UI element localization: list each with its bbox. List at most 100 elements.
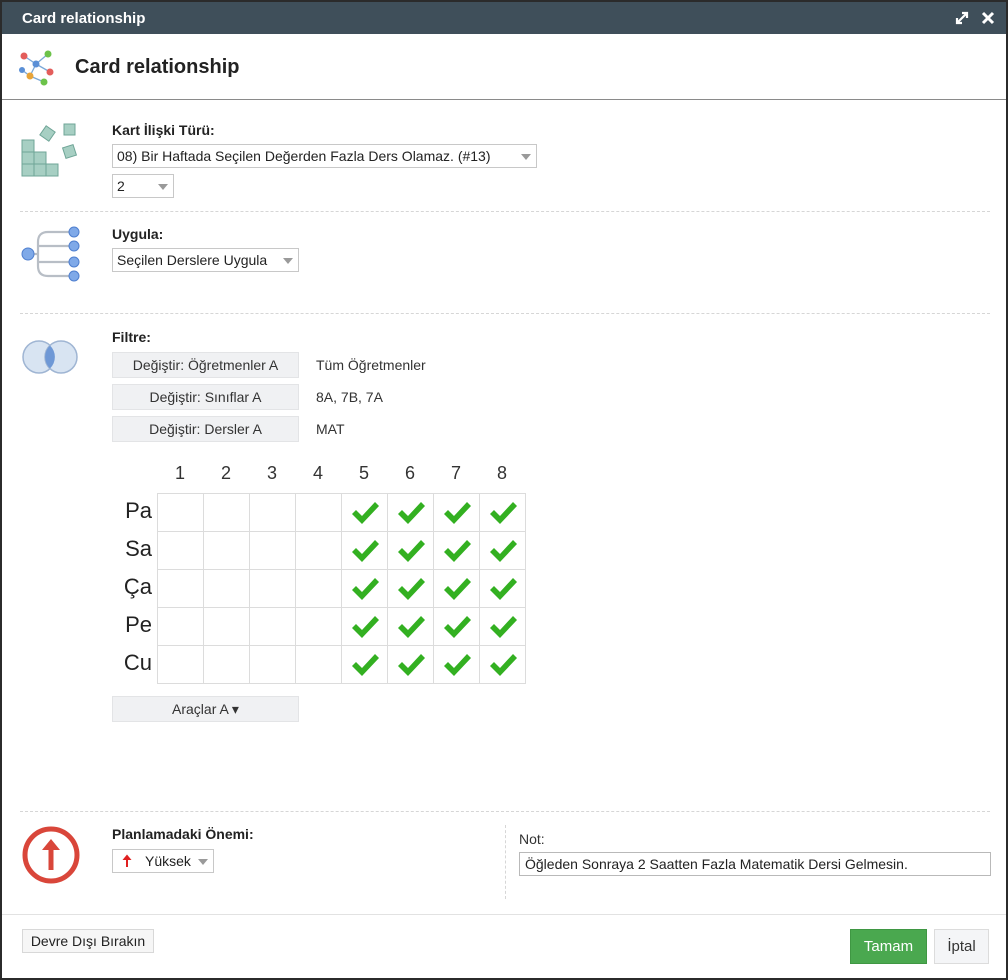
classes-filter-value: 8A, 7B, 7A — [316, 389, 383, 405]
card-relationship-dialog: Card relationship Card relationship Kart… — [0, 0, 1008, 980]
venn-circles-icon — [18, 336, 84, 383]
importance-select[interactable]: Yüksek — [112, 849, 214, 873]
grid-cell[interactable] — [158, 608, 204, 646]
vertical-divider — [505, 825, 506, 899]
grid-cell[interactable] — [296, 570, 342, 608]
chevron-down-icon — [283, 258, 293, 264]
grid-cell[interactable] — [296, 608, 342, 646]
grid-cell[interactable] — [434, 494, 480, 532]
checkmark-icon — [398, 654, 425, 676]
grid-column-header[interactable]: 2 — [203, 463, 249, 484]
grid-cell[interactable] — [480, 608, 526, 646]
dialog-header: Card relationship — [2, 34, 1006, 100]
grid-cell[interactable] — [388, 494, 434, 532]
grid-cell[interactable] — [388, 532, 434, 570]
change-lessons-button[interactable]: Değiştir: Dersler A — [112, 416, 299, 442]
ok-button[interactable]: Tamam — [850, 929, 927, 964]
apply-select[interactable]: Seçilen Derslere Uygula — [112, 248, 299, 272]
change-teachers-button[interactable]: Değiştir: Öğretmenler A — [112, 352, 299, 378]
grid-cell[interactable] — [158, 570, 204, 608]
grid-column-header[interactable]: 5 — [341, 463, 387, 484]
period-grid[interactable] — [157, 493, 526, 684]
checkmark-icon — [398, 616, 425, 638]
grid-cell[interactable] — [296, 494, 342, 532]
checkmark-icon — [398, 502, 425, 524]
checkmark-icon — [352, 540, 379, 562]
checkmark-icon — [444, 502, 471, 524]
grid-cell[interactable] — [434, 646, 480, 684]
grid-cell[interactable] — [388, 570, 434, 608]
grid-cell[interactable] — [250, 608, 296, 646]
grid-row-label[interactable]: Pe — [112, 612, 152, 638]
grid-cell[interactable] — [250, 646, 296, 684]
grid-cell[interactable] — [434, 532, 480, 570]
checkmark-icon — [444, 578, 471, 600]
grid-cell[interactable] — [480, 494, 526, 532]
grid-row-label[interactable]: Sa — [112, 536, 152, 562]
grid-cell[interactable] — [204, 608, 250, 646]
grid-cell[interactable] — [434, 608, 480, 646]
grid-cell[interactable] — [158, 494, 204, 532]
filter-label: Filtre: — [112, 329, 151, 345]
grid-row-label[interactable]: Cu — [112, 650, 152, 676]
grid-cell[interactable] — [388, 646, 434, 684]
grid-column-header[interactable]: 1 — [157, 463, 203, 484]
grid-cell[interactable] — [158, 646, 204, 684]
grid-cell[interactable] — [204, 494, 250, 532]
grid-column-header[interactable]: 3 — [249, 463, 295, 484]
grid-cell[interactable] — [480, 532, 526, 570]
disable-button[interactable]: Devre Dışı Bırakın — [22, 929, 154, 953]
tools-dropdown-button[interactable]: Araçlar A ▾ — [112, 696, 299, 722]
grid-column-header[interactable]: 8 — [479, 463, 525, 484]
grid-cell[interactable] — [434, 570, 480, 608]
relation-value: 2 — [117, 178, 125, 194]
grid-cell[interactable] — [250, 532, 296, 570]
grid-cell[interactable] — [342, 494, 388, 532]
section-divider — [20, 211, 990, 212]
change-classes-button[interactable]: Değiştir: Sınıflar A — [112, 384, 299, 410]
window-title: Card relationship — [22, 10, 146, 27]
importance-label: Planlamadaki Önemi: — [112, 826, 254, 842]
relation-type-select[interactable]: 08) Bir Haftada Seçilen Değerden Fazla D… — [112, 144, 537, 168]
section-divider — [20, 313, 990, 314]
grid-column-header[interactable]: 7 — [433, 463, 479, 484]
grid-cell[interactable] — [296, 532, 342, 570]
grid-row-label[interactable]: Pa — [112, 498, 152, 524]
grid-cell[interactable] — [342, 570, 388, 608]
grid-column-header[interactable]: 6 — [387, 463, 433, 484]
grid-cell[interactable] — [250, 570, 296, 608]
grid-cell[interactable] — [480, 570, 526, 608]
grid-column-header[interactable]: 4 — [295, 463, 341, 484]
expand-arrows-icon[interactable] — [952, 8, 972, 28]
note-value: Öğleden Sonraya 2 Saatten Fazla Matemati… — [525, 856, 908, 872]
grid-cell[interactable] — [296, 646, 342, 684]
grid-cell[interactable] — [342, 608, 388, 646]
grid-cell[interactable] — [204, 646, 250, 684]
checkmark-icon — [490, 616, 517, 638]
grid-cell[interactable] — [250, 494, 296, 532]
grid-cell[interactable] — [204, 570, 250, 608]
grid-cell[interactable] — [480, 646, 526, 684]
cancel-button[interactable]: İptal — [934, 929, 989, 964]
importance-value: Yüksek — [145, 853, 191, 869]
grid-cell[interactable] — [158, 532, 204, 570]
grid-cell[interactable] — [342, 646, 388, 684]
network-graph-icon — [16, 46, 58, 93]
red-up-arrow-icon — [122, 854, 132, 871]
close-x-icon[interactable] — [978, 8, 998, 28]
checkmark-icon — [444, 616, 471, 638]
grid-row-label[interactable]: Ça — [112, 574, 152, 600]
window-titlebar[interactable]: Card relationship — [2, 2, 1006, 34]
checkmark-icon — [444, 540, 471, 562]
apply-value: Seçilen Derslere Uygula — [117, 252, 268, 268]
grid-cell[interactable] — [342, 532, 388, 570]
relation-value-select[interactable]: 2 — [112, 174, 174, 198]
checkmark-icon — [490, 654, 517, 676]
checkmark-icon — [352, 616, 379, 638]
grid-cell[interactable] — [204, 532, 250, 570]
checkmark-icon — [352, 578, 379, 600]
lessons-filter-value: MAT — [316, 421, 345, 437]
grid-cell[interactable] — [388, 608, 434, 646]
note-input[interactable]: Öğleden Sonraya 2 Saatten Fazla Matemati… — [519, 852, 991, 876]
relation-type-value: 08) Bir Haftada Seçilen Değerden Fazla D… — [117, 148, 491, 164]
